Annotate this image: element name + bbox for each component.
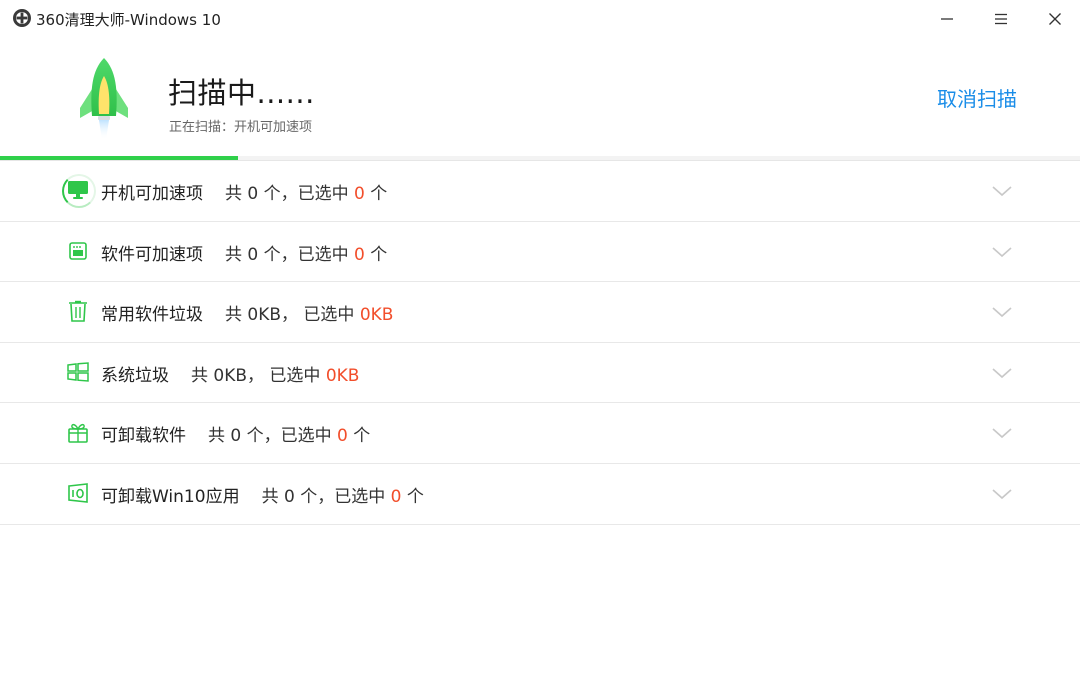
item-stat: 共 0KB， 已选中 0KB (191, 365, 360, 386)
monitor-icon (62, 174, 96, 208)
rocket-icon (80, 58, 128, 140)
minimize-icon (941, 18, 953, 20)
selected-count: 0 (354, 184, 365, 204)
windows-icon (66, 360, 90, 384)
item-name: 系统垃圾 (101, 365, 169, 386)
chevron-down-icon[interactable] (990, 486, 1014, 502)
close-button[interactable] (1040, 6, 1070, 32)
trash-icon (66, 299, 90, 323)
chevron-down-icon[interactable] (990, 244, 1014, 260)
gift-box-icon (66, 420, 90, 444)
list-item[interactable]: 常用软件垃圾 共 0KB， 已选中 0KB (0, 282, 1080, 343)
list-item[interactable]: 可卸载Win10应用共 0 个，已选中 0 个 (0, 464, 1080, 525)
selected-count: 0 (354, 244, 365, 265)
cancel-scan-button[interactable]: 取消扫描 (937, 83, 1017, 112)
item-name: 可卸载Win10应用 (101, 486, 240, 507)
menu-button[interactable] (986, 6, 1016, 32)
item-stat: 共 0 个，已选中 0 个 (225, 184, 388, 204)
selected-count: 0 (337, 426, 348, 447)
hamburger-menu-icon (995, 13, 1007, 25)
chevron-down-icon[interactable] (990, 183, 1014, 199)
selected-size: 0KB (325, 365, 360, 386)
minimize-button[interactable] (932, 6, 962, 32)
list-item[interactable]: 开机可加速项 共 0 个，已选中 0 个 (0, 161, 1080, 222)
chevron-down-icon[interactable] (990, 365, 1014, 381)
item-stat: 共 0KB， 已选中 0KB (225, 305, 394, 326)
list-item[interactable]: 软件可加速项 共 0 个，已选中 0 个 (0, 222, 1080, 283)
selected-size: 0KB (359, 305, 394, 326)
software-chip-icon (66, 239, 90, 263)
scan-status-subtitle: 正在扫描：开机可加速项 (169, 120, 313, 135)
item-name: 开机可加速项 (101, 184, 203, 204)
item-stat: 共 0 个，已选中 0 个 (225, 244, 388, 265)
chevron-down-icon[interactable] (990, 425, 1014, 441)
item-name: 可卸载软件 (101, 426, 186, 447)
app-logo-icon (13, 9, 31, 27)
list-item[interactable]: 系统垃圾 共 0KB， 已选中 0KB (0, 343, 1080, 404)
close-icon (1049, 13, 1061, 25)
item-name: 软件可加速项 (101, 244, 203, 265)
selected-count: 0 (390, 486, 402, 507)
item-name: 常用软件垃圾 (101, 305, 203, 326)
list-item[interactable]: 可卸载软件 共 0 个，已选中 0 个 (0, 403, 1080, 464)
scan-category-list: 开机可加速项共 0 个，已选中 0 个 软件可加速项共 0 个，已选中 0 个 (0, 161, 1080, 525)
title-bar: 360清理大师-Windows 10 (0, 0, 1080, 38)
chevron-down-icon[interactable] (990, 304, 1014, 320)
scan-status-title: 扫描中...... (168, 76, 315, 110)
scan-header: 扫描中...... 正在扫描：开机可加速项 取消扫描 (0, 38, 1080, 160)
win10-app-icon (66, 481, 90, 505)
window-title: 360清理大师-Windows 10 (36, 11, 221, 29)
item-stat: 共 0 个，已选中 0 个 (208, 426, 371, 447)
item-stat: 共 0 个，已选中 0 个 (261, 486, 424, 507)
